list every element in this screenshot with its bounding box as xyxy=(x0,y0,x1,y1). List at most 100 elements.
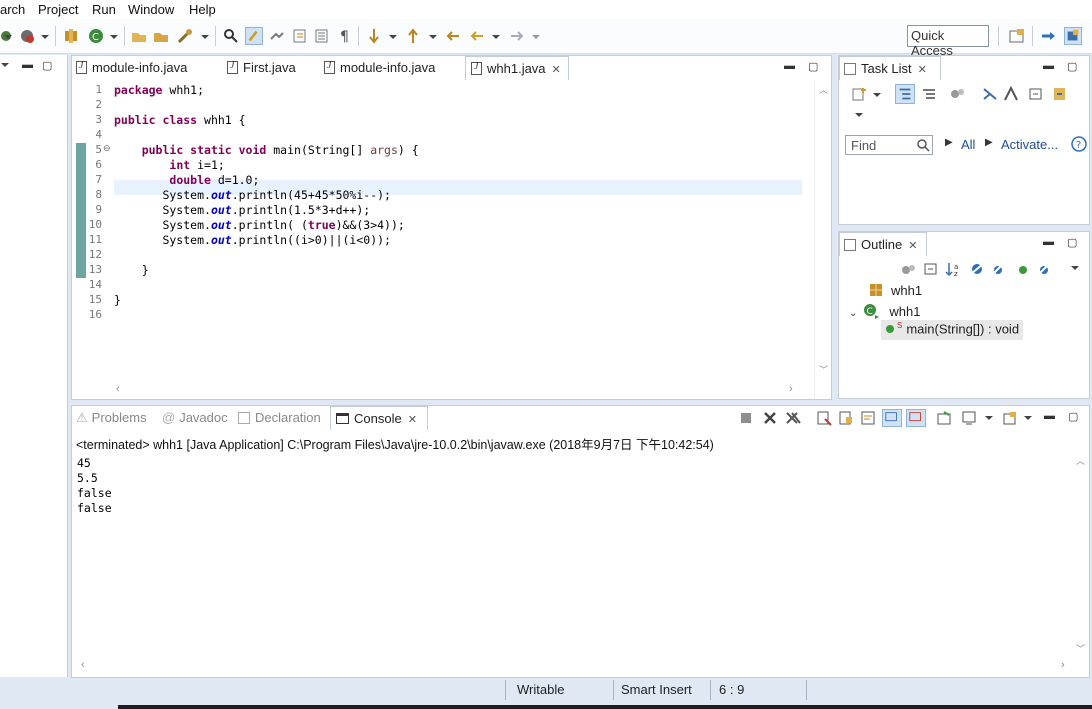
scroll-left-icon[interactable]: ‹ xyxy=(81,659,85,671)
maximize-button[interactable]: ▢ xyxy=(42,59,52,72)
back-icon[interactable] xyxy=(468,27,486,45)
previous-annotation-icon[interactable] xyxy=(404,27,422,45)
console-output[interactable]: 45 5.5 false false ︿ ﹀ ‹ › xyxy=(73,454,1089,676)
tab-declaration[interactable]: Declaration xyxy=(238,406,321,430)
scroll-up-icon[interactable]: ︿ xyxy=(819,83,828,96)
forward-icon[interactable] xyxy=(508,27,526,45)
scroll-down-icon[interactable]: ﹀ xyxy=(1076,642,1085,655)
tab-problems[interactable]: ⚠ Problems xyxy=(76,406,147,430)
clear-console-icon[interactable] xyxy=(816,410,832,426)
tab-whh1-java[interactable]: whh1.java ✕ xyxy=(465,56,569,80)
close-icon[interactable]: ✕ xyxy=(408,413,417,426)
collapse-all-icon[interactable] xyxy=(981,86,999,102)
close-icon[interactable]: ✕ xyxy=(908,239,917,252)
open-task-icon[interactable] xyxy=(152,27,170,45)
scroll-lock-icon[interactable] xyxy=(838,410,854,426)
minimize-button[interactable]: ▬ xyxy=(1044,410,1055,422)
display-console-dropdown-arrow[interactable] xyxy=(985,416,993,420)
run-config-icon[interactable] xyxy=(18,27,36,45)
close-icon[interactable]: ✕ xyxy=(552,63,561,76)
new-package-icon[interactable] xyxy=(62,27,80,45)
outline-item-main-method[interactable]: Smain(String[]) : void xyxy=(881,320,1024,340)
vertical-scrollbar[interactable]: ︿ ﹀ xyxy=(814,81,831,399)
toggle-mark-occurrences-icon[interactable] xyxy=(245,27,263,45)
remove-launch-icon[interactable] xyxy=(762,410,778,426)
search-dropdown-arrow[interactable] xyxy=(201,35,209,39)
scroll-left-icon[interactable]: ‹ xyxy=(116,383,120,395)
categorized-icon[interactable] xyxy=(895,84,915,104)
next-annotation-dropdown-arrow[interactable] xyxy=(389,35,397,39)
chevron-down-icon[interactable]: ⌄ xyxy=(849,308,857,319)
scroll-right-icon[interactable]: › xyxy=(1061,659,1065,671)
quick-access-field[interactable]: Quick Access xyxy=(907,25,989,58)
tab-module-info-2[interactable]: module-info.java xyxy=(324,56,444,80)
search-icon[interactable] xyxy=(916,138,930,152)
hide-fields-icon[interactable] xyxy=(969,262,985,276)
focus-icon[interactable] xyxy=(949,86,967,102)
run-config-dropdown-arrow[interactable] xyxy=(41,35,49,39)
minimize-button[interactable]: ▬ xyxy=(22,59,33,71)
minimize-button[interactable]: ▬ xyxy=(1043,236,1054,248)
tab-task-list[interactable]: Task List ✕ xyxy=(839,56,941,80)
new-class-dropdown-arrow[interactable] xyxy=(110,35,118,39)
display-selected-console-icon[interactable] xyxy=(961,410,977,426)
menu-help[interactable]: Help xyxy=(189,2,216,17)
tab-module-info-1[interactable]: module-info.java xyxy=(76,56,196,80)
scroll-up-icon[interactable]: ︿ xyxy=(1076,454,1085,467)
scroll-down-icon[interactable]: ﹀ xyxy=(819,363,828,376)
remove-all-terminated-icon[interactable] xyxy=(784,410,802,426)
show-on-stderr-icon[interactable] xyxy=(906,409,926,427)
menu-project[interactable]: Project xyxy=(38,2,78,17)
insert-mode-status[interactable]: Smart Insert xyxy=(621,682,692,697)
tab-first-java[interactable]: First.java xyxy=(227,56,307,80)
block-selection-icon[interactable] xyxy=(268,27,286,45)
outline-item-package[interactable]: whh1 xyxy=(869,283,922,301)
new-task-dropdown-arrow[interactable] xyxy=(873,93,881,97)
code-editor[interactable]: 1 2 3 4 5 ⊖ 6 7 8 9 10 11 12 13 14 15 16… xyxy=(73,81,831,399)
help-icon[interactable]: ? xyxy=(1071,136,1087,152)
tab-javadoc[interactable]: @ Javadoc xyxy=(162,406,228,430)
word-wrap-console-icon[interactable] xyxy=(860,410,876,426)
collapse-all-icon[interactable] xyxy=(923,262,939,276)
debug-perspective-icon[interactable] xyxy=(1040,27,1058,45)
debug-dropdown-arrow[interactable] xyxy=(4,35,12,39)
toggle-breadcrumb-icon[interactable] xyxy=(222,27,240,45)
focus-active-task-icon[interactable] xyxy=(901,262,917,276)
minimize-button[interactable]: ▬ xyxy=(1043,60,1054,72)
horizontal-scrollbar[interactable]: ‹ › xyxy=(73,659,1071,675)
maximize-button[interactable]: ▢ xyxy=(808,60,818,73)
close-icon[interactable]: ✕ xyxy=(918,63,927,76)
forward-dropdown-arrow[interactable] xyxy=(532,35,540,39)
hide-non-public-icon[interactable] xyxy=(1017,264,1029,276)
fold-toggle-icon[interactable]: ⊖ xyxy=(103,143,111,154)
tab-console[interactable]: Console ✕ xyxy=(330,406,428,430)
horizontal-scrollbar[interactable]: ‹ › xyxy=(114,382,802,399)
hide-static-icon[interactable] xyxy=(991,262,1007,276)
open-perspective-icon[interactable] xyxy=(1008,27,1026,45)
menu-search[interactable]: arch xyxy=(0,2,25,17)
view-menu-dropdown-arrow[interactable] xyxy=(1,63,9,67)
view-menu-dropdown-arrow[interactable] xyxy=(855,113,863,117)
view-menu-dropdown-arrow[interactable] xyxy=(1071,266,1079,270)
open-console-dropdown-arrow[interactable] xyxy=(1024,416,1032,420)
next-annotation-icon[interactable] xyxy=(365,27,383,45)
search-tool-icon[interactable] xyxy=(176,27,194,45)
java-perspective-icon[interactable] xyxy=(1064,27,1082,45)
menu-run[interactable]: Run xyxy=(92,2,116,17)
activate-link[interactable]: Activate... xyxy=(1001,137,1058,152)
previous-annotation-dropdown-arrow[interactable] xyxy=(429,35,437,39)
pilcrow-icon[interactable]: ¶ xyxy=(336,27,354,45)
terminate-icon[interactable] xyxy=(740,412,752,424)
outline-item-class[interactable]: ⌄ Cwhh1 xyxy=(849,303,920,321)
open-type-icon[interactable] xyxy=(130,27,148,45)
pin-console-icon[interactable] xyxy=(936,410,952,426)
scroll-right-icon[interactable]: › xyxy=(789,383,793,395)
hide-completed-icon[interactable] xyxy=(1003,86,1021,102)
expand-icon[interactable] xyxy=(1027,86,1045,102)
show-whitespace-icon[interactable] xyxy=(313,27,331,45)
hide-local-types-icon[interactable] xyxy=(1037,262,1053,276)
last-edit-location-icon[interactable] xyxy=(444,27,462,45)
tab-outline[interactable]: Outline ✕ xyxy=(839,232,927,256)
open-console-icon[interactable] xyxy=(1002,410,1018,426)
show-on-stdout-icon[interactable] xyxy=(882,409,902,427)
